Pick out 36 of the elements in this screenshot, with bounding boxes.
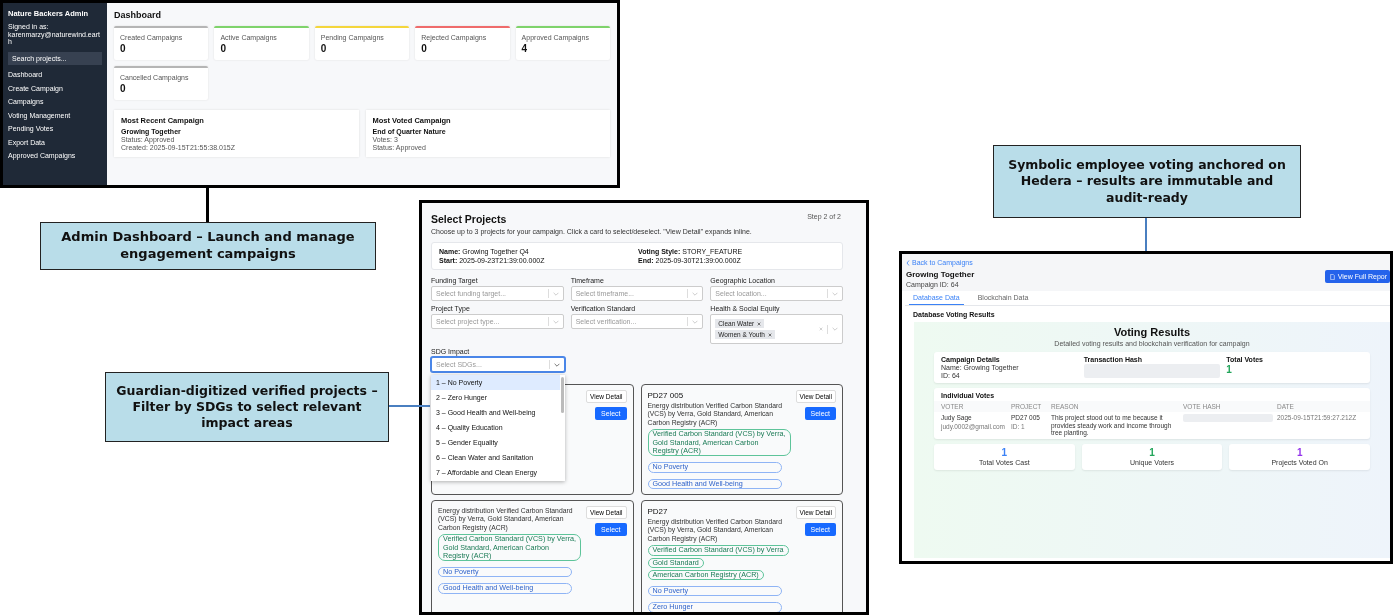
project-card[interactable] [640, 384, 843, 495]
callout-box: Guardian-digitized verified projects – Filter by SDGs to select relevant impact areas [105, 372, 389, 442]
chevron-icon [832, 327, 838, 331]
remove-icon[interactable] [757, 321, 762, 326]
project-name: PD27 [647, 506, 668, 516]
stat-value: 0 [421, 43, 428, 54]
stat-value: 1 [1296, 446, 1303, 458]
results-title: Voting Results [1112, 326, 1192, 338]
stat-value: 4 [521, 43, 529, 54]
project-name: PD27 005 [647, 391, 684, 400]
stat-value: 1 [1001, 446, 1008, 458]
chevron-icon [552, 291, 559, 296]
chevron-icon [692, 319, 699, 324]
stat-value: 0 [120, 83, 127, 94]
stat-value: 1 [1149, 446, 1155, 458]
remove-icon[interactable] [767, 332, 772, 337]
page-title: Dashboard [114, 10, 162, 20]
connector-line [388, 405, 430, 407]
project-card[interactable] [431, 499, 634, 612]
project-card[interactable] [640, 499, 843, 612]
callout-box: Symbolic employee voting anchored on Hedera – results are immutable and audit-ready [993, 145, 1301, 218]
callout-box: Admin Dashboard – Launch and manage engagement campaigns [40, 222, 376, 270]
back-icon[interactable] [906, 259, 910, 266]
chevron-icon [832, 291, 838, 296]
chevron-icon [552, 319, 559, 324]
document-icon [1329, 273, 1335, 280]
stat-value: 0 [120, 43, 127, 54]
chevron-icon [554, 362, 560, 367]
connector-line [1145, 218, 1147, 252]
page-title: Select Projects [431, 213, 507, 225]
stat-value: 0 [320, 43, 328, 54]
total-votes: 1 [1226, 364, 1233, 375]
scrollbar[interactable] [561, 377, 564, 413]
stat-value: 0 [220, 43, 227, 54]
chevron-icon [692, 291, 699, 296]
campaign-title: Growing Together [906, 270, 975, 279]
